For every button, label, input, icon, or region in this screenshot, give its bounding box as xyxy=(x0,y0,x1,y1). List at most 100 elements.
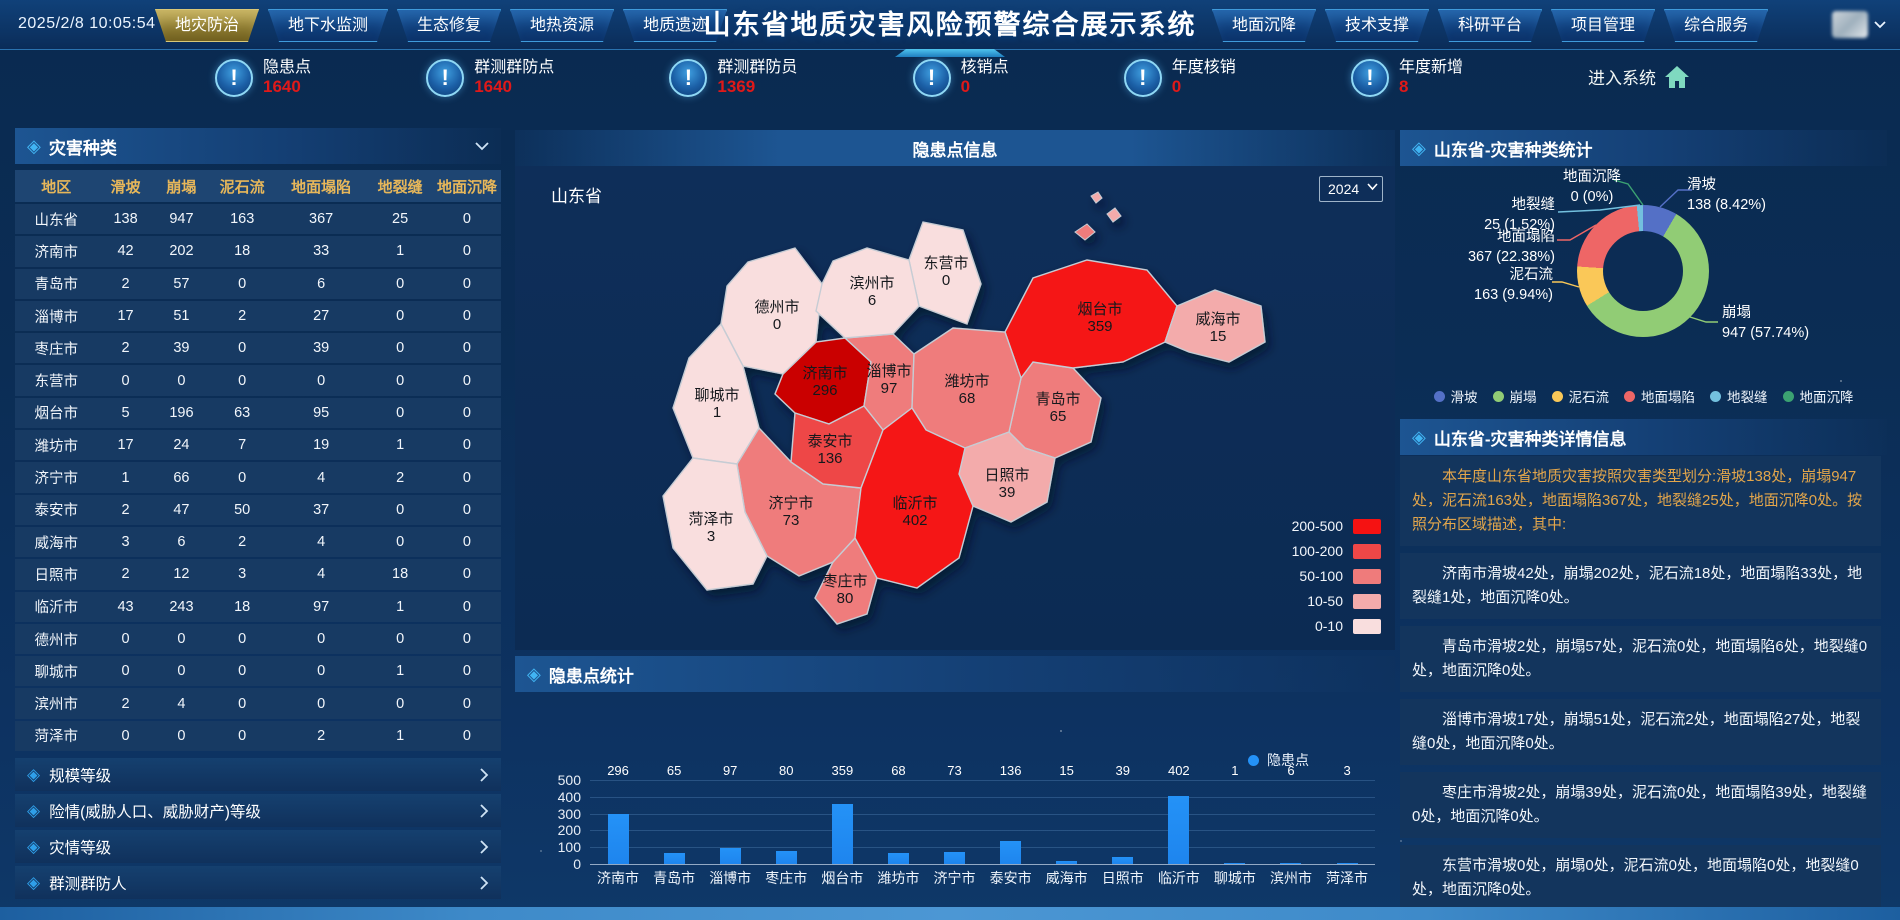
details-list[interactable]: 本年度山东省地质灾害按照灾害类型划分:滑坡138处，崩塌947处，泥石流163处… xyxy=(1400,456,1887,908)
bar[interactable] xyxy=(888,853,909,864)
table-cell: 0 xyxy=(433,333,501,363)
table-cell: 0 xyxy=(433,236,501,266)
accordion-item[interactable]: ◈规模等级 xyxy=(15,758,501,791)
stat-text: 年度核销0 xyxy=(1172,58,1236,98)
donut-legend-item[interactable]: 地裂缝 xyxy=(1710,386,1768,406)
donut-legend: 滑坡崩塌泥石流地面塌陷地裂缝地面沉降 xyxy=(1400,386,1887,406)
enter-system-link[interactable]: 进入系统 xyxy=(1588,64,1690,89)
table-row[interactable]: 日照市21234180 xyxy=(15,559,501,589)
table-row[interactable]: 菏泽市000210 xyxy=(15,721,501,751)
nav-tab[interactable]: 项目管理 xyxy=(1551,9,1655,42)
table-cell: 0 xyxy=(433,656,501,686)
bar[interactable] xyxy=(1224,863,1245,864)
accordion-label: 群测群防人 xyxy=(49,872,127,894)
accordion-item[interactable]: ◈灾情等级 xyxy=(15,830,501,863)
map-legend-swatch xyxy=(1353,519,1381,534)
table-row[interactable]: 聊城市000010 xyxy=(15,656,501,686)
table-row[interactable]: 济南市42202183310 xyxy=(15,236,501,266)
table-cell: 0 xyxy=(153,721,209,751)
table-cell: 1 xyxy=(98,462,154,492)
nav-tab[interactable]: 科研平台 xyxy=(1438,9,1542,42)
table-row[interactable]: 淄博市175122700 xyxy=(15,301,501,331)
nav-tab[interactable]: 生态修复 xyxy=(397,9,501,42)
bar[interactable] xyxy=(608,814,629,864)
panel-header-disaster-types[interactable]: ◈ 灾害种类 xyxy=(15,128,501,164)
map-legend-range: 200-500 xyxy=(1292,518,1343,534)
donut-legend-item[interactable]: 地面塌陷 xyxy=(1624,386,1695,406)
diamond-icon: ◈ xyxy=(27,136,41,157)
table-row[interactable]: 德州市000000 xyxy=(15,624,501,654)
table-cell: 临沂市 xyxy=(15,592,98,622)
accordion-item[interactable]: ◈险情(威胁人口、威胁财产)等级 xyxy=(15,794,501,827)
x-axis-label: 临沂市 xyxy=(1151,868,1207,888)
table-row[interactable]: 临沂市43243189710 xyxy=(15,592,501,622)
bar-value-label: 73 xyxy=(926,763,982,778)
donut-legend-item[interactable]: 滑坡 xyxy=(1434,386,1478,406)
nav-tab[interactable]: 地面沉降 xyxy=(1212,9,1316,42)
bar[interactable] xyxy=(1112,857,1133,864)
table-cell: 97 xyxy=(275,592,367,622)
table-cell: 济宁市 xyxy=(15,462,98,492)
user-avatar[interactable] xyxy=(1832,11,1886,38)
table-cell: 0 xyxy=(275,365,367,395)
table-row[interactable]: 山东省138947163367250 xyxy=(15,204,501,234)
donut-legend-item[interactable]: 泥石流 xyxy=(1552,386,1610,406)
diamond-icon: ◈ xyxy=(1412,138,1426,159)
donut-legend-item[interactable]: 崩塌 xyxy=(1493,386,1537,406)
donut-legend-item[interactable]: 地面沉降 xyxy=(1783,386,1854,406)
table-cell: 0 xyxy=(209,624,275,654)
bar[interactable] xyxy=(832,804,853,864)
nav-tabs-right: 地面沉降技术支撑科研平台项目管理综合服务 xyxy=(1212,9,1768,42)
bar[interactable] xyxy=(1168,796,1189,864)
bar[interactable] xyxy=(664,853,685,864)
map-legend-swatch xyxy=(1353,544,1381,559)
table-cell: 威海市 xyxy=(15,527,98,557)
nav-tab[interactable]: 地灾防治 xyxy=(155,9,259,42)
table-row[interactable]: 枣庄市23903900 xyxy=(15,333,501,363)
bar[interactable] xyxy=(944,852,965,864)
slice-value: 163 (9.94%) xyxy=(1438,286,1553,306)
table-cell: 0 xyxy=(433,688,501,718)
nav-tab[interactable]: 地下水监测 xyxy=(268,9,388,42)
x-axis-label: 滨州市 xyxy=(1263,868,1319,888)
nav-tab[interactable]: 综合服务 xyxy=(1664,9,1768,42)
bar[interactable] xyxy=(1056,861,1077,864)
donut-slice-label: 泥石流163 (9.94%) xyxy=(1438,266,1553,305)
table-cell: 0 xyxy=(433,527,501,557)
donut-panel-header: ◈ 山东省-灾害种类统计 xyxy=(1400,130,1887,166)
table-row[interactable]: 泰安市247503700 xyxy=(15,495,501,525)
table-cell: 0 xyxy=(209,333,275,363)
table-cell: 0 xyxy=(209,462,275,492)
bar[interactable] xyxy=(720,848,741,864)
bar[interactable] xyxy=(1000,841,1021,864)
table-row[interactable]: 潍坊市172471910 xyxy=(15,430,501,460)
bar[interactable] xyxy=(1280,863,1301,864)
table-row[interactable]: 滨州市240000 xyxy=(15,688,501,718)
table-cell: 1 xyxy=(367,430,433,460)
table-cell: 烟台市 xyxy=(15,398,98,428)
table-cell: 2 xyxy=(98,688,154,718)
nav-tab[interactable]: 地热资源 xyxy=(510,9,614,42)
bar[interactable] xyxy=(1337,863,1358,864)
table-cell: 63 xyxy=(209,398,275,428)
table-row[interactable]: 烟台市5196639500 xyxy=(15,398,501,428)
table-cell: 2 xyxy=(98,269,154,299)
x-axis-label: 菏泽市 xyxy=(1319,868,1375,888)
table-row[interactable]: 青岛市2570600 xyxy=(15,269,501,299)
chevron-right-icon xyxy=(480,804,489,818)
table-cell: 潍坊市 xyxy=(15,430,98,460)
table-row[interactable]: 济宁市1660420 xyxy=(15,462,501,492)
stat-text: 年度新增8 xyxy=(1399,58,1463,98)
title-banner-notch xyxy=(895,49,1005,57)
table-cell: 2 xyxy=(367,462,433,492)
table-cell: 青岛市 xyxy=(15,269,98,299)
nav-tab[interactable]: 技术支撑 xyxy=(1325,9,1429,42)
bar[interactable] xyxy=(776,851,797,864)
table-row[interactable]: 威海市362400 xyxy=(15,527,501,557)
accordion-item[interactable]: ◈群测群防人 xyxy=(15,866,501,899)
dashboard: 2025/2/8 10:05:54 地灾防治地下水监测生态修复地热资源地质遗迹 … xyxy=(0,0,1900,920)
table-row[interactable]: 东营市000000 xyxy=(15,365,501,395)
table-header-row: 地区滑坡崩塌泥石流地面塌陷地裂缝地面沉降 xyxy=(15,170,501,202)
table-cell: 0 xyxy=(433,301,501,331)
table-cell: 18 xyxy=(209,592,275,622)
